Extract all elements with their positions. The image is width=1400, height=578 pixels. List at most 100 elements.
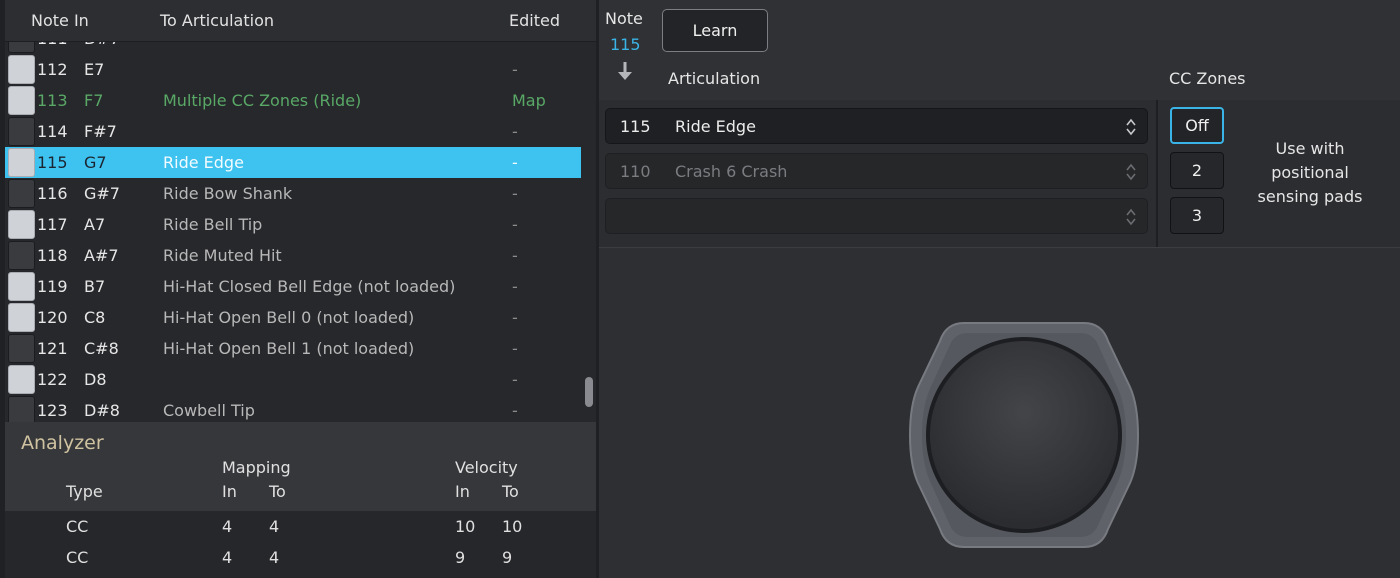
note-value: 115 (610, 35, 641, 54)
edited-status: - (512, 401, 518, 420)
mapping-row[interactable]: 114 F#7 - (5, 116, 581, 147)
articulation-select-3[interactable] (605, 198, 1148, 234)
black-piano-key[interactable] (8, 241, 35, 270)
mapping-row[interactable]: 111 D#7 (5, 42, 581, 54)
cc-zones-2-button[interactable]: 2 (1170, 152, 1224, 189)
white-piano-key[interactable] (8, 86, 35, 115)
note-name: C8 (84, 308, 106, 327)
white-piano-key[interactable] (8, 365, 35, 394)
header-to-articulation[interactable]: To Articulation (160, 11, 274, 30)
articulation-name: Ride Bell Tip (163, 215, 263, 234)
mapping-row[interactable]: 120 C8 Hi-Hat Open Bell 0 (not loaded) - (5, 302, 581, 333)
note-number: 116 (37, 184, 68, 203)
note-name: D8 (84, 370, 107, 389)
mapping-row[interactable]: 123 D#8 Cowbell Tip - (5, 395, 581, 422)
mapping-row[interactable]: 117 A7 Ride Bell Tip - (5, 209, 581, 240)
zones-separator (1156, 100, 1158, 247)
note-number: 114 (37, 122, 68, 141)
note-name: B7 (84, 277, 106, 296)
chevron-updown-icon (1126, 118, 1136, 136)
analyzer-map-in-header: In (222, 482, 237, 501)
white-piano-key[interactable] (8, 272, 35, 301)
edited-status: Map (512, 91, 546, 110)
analyzer-map-to-header: To (269, 482, 286, 501)
edited-status: - (512, 153, 518, 172)
articulation-name: Ride Edge (163, 153, 244, 172)
mapping-row[interactable]: 121 C#8 Hi-Hat Open Bell 1 (not loaded) - (5, 333, 581, 364)
mapping-row[interactable]: 118 A#7 Ride Muted Hit - (5, 240, 581, 271)
cc-zones-label: CC Zones (1169, 69, 1246, 88)
mapping-list[interactable]: 123 D#8 Cowbell Tip - 122 D8 - 121 C#8 Hi-Hat Ope… (5, 42, 596, 422)
analyzer-cell-type: CC (66, 517, 89, 536)
note-number: 119 (37, 277, 68, 296)
articulation-name: Hi-Hat Open Bell 0 (not loaded) (163, 308, 415, 327)
note-name: A7 (84, 215, 106, 234)
mapping-row[interactable]: 115 G7 Ride Edge - (5, 147, 581, 178)
pad-area (599, 249, 1400, 578)
note-name: D#7 (84, 42, 120, 48)
analyzer-cell-map-in: 4 (222, 517, 233, 536)
black-piano-key[interactable] (8, 117, 35, 146)
white-piano-key[interactable] (8, 210, 35, 239)
white-piano-key[interactable] (8, 303, 35, 332)
black-piano-key[interactable] (8, 334, 35, 363)
articulation-name: Hi-Hat Closed Bell Edge (not loaded) (163, 277, 456, 296)
list-scrollbar[interactable] (585, 377, 593, 407)
note-name: C#8 (84, 339, 119, 358)
black-piano-key[interactable] (8, 396, 35, 422)
note-name: F#7 (84, 122, 117, 141)
select-articulation-name: Ride Edge (675, 117, 756, 136)
select-note-number: 115 (620, 117, 651, 136)
editor-panel: Note 115 Learn Articulation CC Zones 115… (599, 0, 1400, 578)
note-name: A#7 (84, 246, 119, 265)
articulation-name: Ride Muted Hit (163, 246, 282, 265)
edited-status: - (512, 122, 518, 141)
analyzer-vel-to-header: To (502, 482, 519, 501)
note-number: 111 (37, 42, 68, 48)
note-label: Note (605, 9, 643, 28)
mapping-row[interactable]: 113 F7 Multiple CC Zones (Ride) Map (5, 85, 581, 116)
mapping-row[interactable]: 112 E7 - (5, 54, 581, 85)
analyzer-cell-vel-to: 10 (502, 517, 523, 536)
articulation-name: Multiple CC Zones (Ride) (163, 91, 362, 110)
edited-status: - (512, 370, 518, 389)
header-note-in[interactable]: Note In (31, 11, 89, 30)
analyzer-vel-in-header: In (455, 482, 470, 501)
mapping-row[interactable]: 122 D8 - (5, 364, 581, 395)
black-piano-key[interactable] (8, 179, 35, 208)
note-name: G#7 (84, 184, 120, 203)
mapping-table-header: Note In To Articulation Edited (5, 0, 596, 42)
select-note-number: 110 (620, 162, 651, 181)
articulation-selectors: 115 Ride Edge 110 Crash 6 Crash Off 2 3 … (599, 100, 1400, 248)
note-number: 120 (37, 308, 68, 327)
articulation-label: Articulation (668, 69, 761, 88)
articulation-select-1[interactable]: 115 Ride Edge (605, 108, 1148, 144)
edited-status: - (512, 184, 518, 203)
down-arrow-icon (618, 62, 632, 80)
analyzer-cell-map-to: 4 (269, 517, 280, 536)
mapping-row[interactable]: 119 B7 Hi-Hat Closed Bell Edge (not loaded… (5, 271, 581, 302)
white-piano-key[interactable] (8, 55, 35, 84)
edited-status: - (512, 246, 518, 265)
note-number: 122 (37, 370, 68, 389)
note-number: 118 (37, 246, 68, 265)
cc-zones-3-button[interactable]: 3 (1170, 197, 1224, 234)
edited-status: - (512, 308, 518, 327)
note-number: 115 (37, 153, 68, 172)
editor-header: Note 115 Learn Articulation CC Zones (599, 0, 1400, 100)
cc-zones-off-button[interactable]: Off (1170, 107, 1224, 144)
white-piano-key[interactable] (8, 148, 35, 177)
learn-button[interactable]: Learn (662, 9, 768, 52)
select-articulation-name: Crash 6 Crash (675, 162, 788, 181)
edited-status: - (512, 339, 518, 358)
articulation-select-2[interactable]: 110 Crash 6 Crash (605, 153, 1148, 189)
chevron-updown-icon (1126, 163, 1136, 181)
analyzer-velocity-header: Velocity (455, 458, 518, 477)
note-name: G7 (84, 153, 107, 172)
header-edited[interactable]: Edited (509, 11, 560, 30)
analyzer-cell-type: CC (66, 548, 89, 567)
analyzer-cell-vel-in: 9 (455, 548, 466, 567)
pad-icon[interactable] (906, 317, 1142, 553)
mapping-row[interactable]: 116 G#7 Ride Bow Shank - (5, 178, 581, 209)
black-piano-key[interactable] (8, 42, 35, 53)
